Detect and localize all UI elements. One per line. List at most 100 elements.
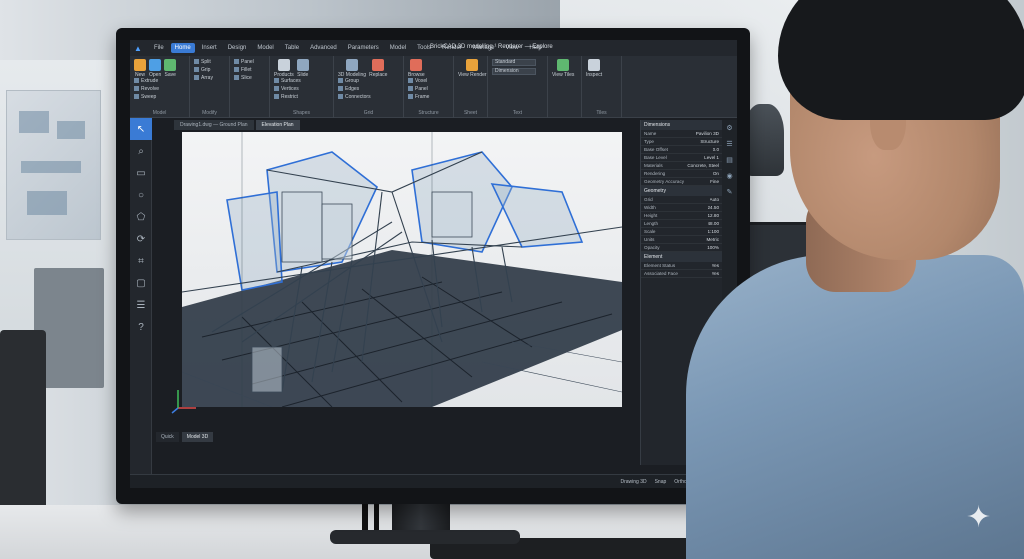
property-value[interactable]: 1:100 [708, 229, 720, 234]
ribbon-button-3d-modeling[interactable]: 3D Modeling [338, 59, 366, 78]
ribbon-style-field[interactable]: Dimension [492, 68, 536, 75]
ribbon-command-grip[interactable]: Grip [194, 67, 213, 73]
property-value[interactable]: Concrete, Steel [687, 163, 719, 168]
property-value[interactable]: 12.80 [708, 213, 720, 218]
status-item[interactable]: Ortho [674, 479, 687, 485]
ribbon-command-vertices[interactable]: Vertices [274, 86, 301, 92]
ribbon-command-array[interactable]: Array [194, 75, 213, 81]
model-tab[interactable]: Quick [156, 432, 179, 442]
property-row[interactable]: Geometry Accuracy Fine [641, 178, 722, 186]
folder-tool-icon[interactable]: ▢ [130, 272, 152, 294]
person-hair [778, 0, 1024, 120]
ribbon-button-open[interactable]: Open [149, 59, 161, 78]
property-row[interactable]: Materials Concrete, Steel [641, 162, 722, 170]
ribbon-command-sweep[interactable]: Sweep [134, 94, 159, 100]
property-row[interactable]: Associated Face Yes [641, 270, 722, 278]
document-tab[interactable]: Drawing1.dwg — Ground Plan [174, 120, 254, 130]
property-value[interactable]: Structure [700, 139, 719, 144]
ribbon-button-replace[interactable]: Replace [369, 59, 387, 78]
app-logo-icon[interactable]: ▲ [130, 40, 146, 56]
ribbon-command-edges[interactable]: Edges [338, 86, 371, 92]
settings-icon[interactable]: ✎ [722, 184, 737, 200]
zoom-tool-icon[interactable]: ⌕ [130, 140, 152, 162]
property-row[interactable]: Rendering On [641, 170, 722, 178]
properties-section-title[interactable]: Geometry [641, 186, 722, 196]
rectangle-tool-icon[interactable]: ▭ [130, 162, 152, 184]
layers-tool-icon[interactable]: ☰ [130, 294, 152, 316]
ribbon-tab-table[interactable]: Table [281, 43, 303, 53]
property-row[interactable]: Grid Auto [641, 196, 722, 204]
ribbon-button-browse[interactable]: Browse [408, 59, 425, 78]
trim-tool-icon[interactable]: ⌗ [130, 250, 152, 272]
layers-icon[interactable]: ☰ [722, 136, 737, 152]
status-item[interactable]: Snap [655, 479, 667, 485]
ribbon-command-connectors[interactable]: Connectors [338, 94, 371, 100]
help-tool-icon[interactable]: ? [130, 316, 152, 338]
ribbon-command-fillet[interactable]: Fillet [234, 67, 254, 73]
ribbon-button-inspect[interactable]: Inspect [586, 59, 602, 78]
ribbon-style-field[interactable]: Standard [492, 59, 536, 66]
ribbon-button-save[interactable]: Save [164, 59, 177, 78]
ribbon-command-surfaces[interactable]: Surfaces [274, 78, 301, 84]
property-value[interactable]: Level 1 [704, 155, 719, 160]
property-row[interactable]: Length 48.00 [641, 220, 722, 228]
ribbon-command-split[interactable]: Split [194, 59, 213, 65]
ribbon-tab-home[interactable]: Home [170, 43, 195, 53]
select-tool-icon[interactable]: ↖ [130, 118, 152, 140]
property-value[interactable]: Fine [710, 179, 719, 184]
ribbon-tab-advanced[interactable]: Advanced [306, 43, 341, 53]
property-value[interactable]: Metric [706, 237, 719, 242]
property-row[interactable]: Name Pavilion 3D [641, 130, 722, 138]
ribbon-command-panel[interactable]: Panel [234, 59, 254, 65]
status-item[interactable]: Drawing 3D [620, 479, 646, 485]
property-value[interactable]: 0.0 [713, 147, 719, 152]
property-value[interactable]: 24.50 [708, 205, 720, 210]
property-row[interactable]: Element Status Yes [641, 262, 722, 270]
property-row[interactable]: Base Level Level 1 [641, 154, 722, 162]
property-value[interactable]: Yes [712, 263, 720, 268]
ribbon-button-view-tiles[interactable]: View Tiles [552, 59, 574, 78]
property-value[interactable]: On [713, 171, 719, 176]
properties-icon[interactable]: ⚙ [722, 120, 737, 136]
property-value[interactable]: Yes [712, 271, 720, 276]
property-row[interactable]: Type Structure [641, 138, 722, 146]
3d-viewport[interactable] [182, 132, 622, 407]
property-value[interactable]: Pavilion 3D [696, 131, 719, 136]
property-value[interactable]: 48.00 [708, 221, 720, 226]
property-value[interactable]: 100% [707, 245, 719, 250]
ribbon-command-slice[interactable]: Slice [234, 75, 254, 81]
property-row[interactable]: Height 12.80 [641, 212, 722, 220]
ribbon-tab-model[interactable]: Model [253, 43, 277, 53]
ribbon-command-frame[interactable]: Frame [408, 94, 429, 100]
ribbon-button-products[interactable]: Products [274, 59, 294, 78]
property-value[interactable]: Auto [710, 197, 719, 202]
properties-section-title[interactable]: Element [641, 252, 722, 262]
property-row[interactable]: Opacity 100% [641, 244, 722, 252]
model-tab[interactable]: Model 3D [181, 432, 214, 442]
property-row[interactable]: Base Offset 0.0 [641, 146, 722, 154]
ribbon-button-new[interactable]: New [134, 59, 146, 78]
ribbon-tab-insert[interactable]: Insert [198, 43, 221, 53]
library-icon[interactable]: ▤ [722, 152, 737, 168]
ribbon-command-voxel[interactable]: Voxel [408, 78, 429, 84]
ribbon-tab-parameters[interactable]: Parameters [344, 43, 383, 53]
ribbon-command-group[interactable]: Group [338, 78, 371, 84]
ribbon-button-slide[interactable]: Slide [296, 59, 309, 78]
ribbon-tab-design[interactable]: Design [224, 43, 251, 53]
camera-icon[interactable]: ◉ [722, 168, 737, 184]
property-row[interactable]: Width 24.50 [641, 204, 722, 212]
ribbon-tab-file[interactable]: File [150, 43, 168, 53]
document-tab[interactable]: Elevation Plan [255, 120, 300, 130]
ribbon-command-restrict[interactable]: Restrict [274, 94, 301, 100]
ribbon-command-panel[interactable]: Panel [408, 86, 429, 92]
property-row[interactable]: Units Metric [641, 236, 722, 244]
property-row[interactable]: Scale 1:100 [641, 228, 722, 236]
polygon-tool-icon[interactable]: ⬠ [130, 206, 152, 228]
ribbon-command-extrude[interactable]: Extrude [134, 78, 159, 84]
circle-tool-icon[interactable]: ○ [130, 184, 152, 206]
ribbon-command-revolve[interactable]: Revolve [134, 86, 159, 92]
rotate-tool-icon[interactable]: ⟳ [130, 228, 152, 250]
ribbon-tab-model[interactable]: Model [386, 43, 410, 53]
ribbon-button-view-render[interactable]: View Render [458, 59, 487, 78]
properties-section-title[interactable]: Dimensions [641, 120, 722, 130]
